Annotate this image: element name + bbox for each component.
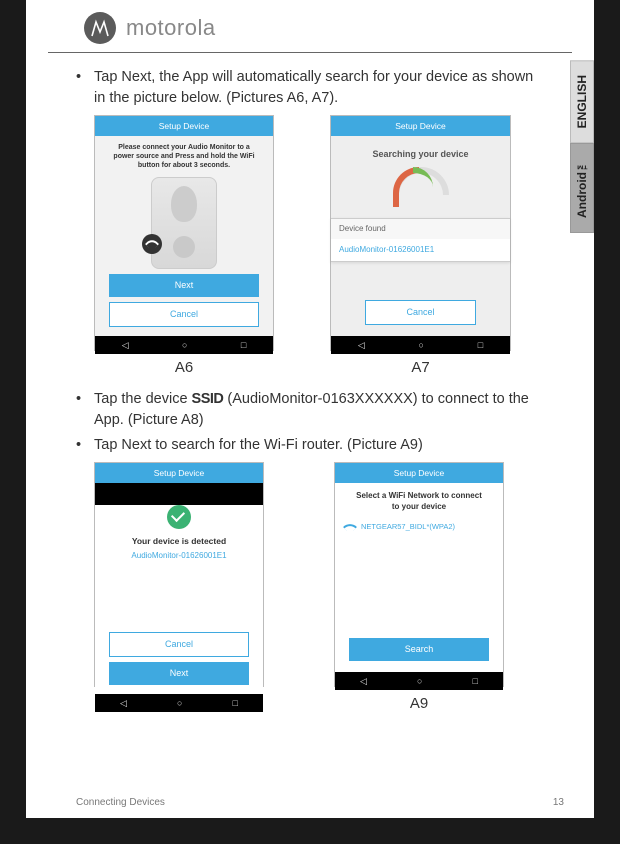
android-navbar: ◁ ○ □ — [335, 672, 503, 690]
home-icon[interactable]: ○ — [177, 697, 182, 710]
app-titlebar: Setup Device — [95, 463, 263, 483]
button-row: Cancel — [331, 300, 510, 330]
figure-a8: Setup Device Your device is detected Aud… — [94, 462, 264, 715]
back-icon[interactable]: ◁ — [120, 697, 127, 710]
recent-icon[interactable]: □ — [241, 339, 246, 352]
bullet-3-text: Tap Next to search for the Wi-Fi router.… — [94, 435, 423, 456]
back-icon[interactable]: ◁ — [122, 339, 129, 352]
caption-a9: A9 — [410, 693, 428, 715]
device-illustration-icon — [151, 177, 217, 269]
phone-screenshot-a9: Setup Device Select a WiFi Network to co… — [334, 462, 504, 687]
wifi-icon — [345, 522, 355, 532]
page-header: motorola — [48, 0, 572, 53]
next-button[interactable]: Next — [109, 274, 259, 297]
instruction-text: Please connect your Audio Monitor to a p… — [95, 136, 273, 174]
screen-body: Select a WiFi Network to connect to your… — [335, 483, 503, 672]
network-name: NETGEAR57_BIDL*(WPA2) — [361, 522, 455, 533]
android-navbar: ◁ ○ □ — [331, 336, 510, 354]
caption-a6: A6 — [175, 357, 193, 379]
side-tabs: ENGLISH Android™ — [570, 60, 594, 233]
searching-text: Searching your device — [331, 136, 510, 167]
bullet-1: • Tap Next, the App will automatically s… — [76, 67, 544, 109]
detected-text: Your device is detected — [95, 535, 263, 547]
button-row: Next Cancel — [95, 274, 273, 332]
button-row: Cancel Next — [95, 632, 263, 690]
cancel-button[interactable]: Cancel — [109, 632, 249, 657]
phone-screenshot-a6: Setup Device Please connect your Audio M… — [94, 115, 274, 351]
page-content: • Tap Next, the App will automatically s… — [26, 53, 594, 715]
page-footer: Connecting Devices 13 — [76, 797, 564, 808]
footer-section: Connecting Devices — [76, 797, 165, 808]
android-navbar: ◁ ○ □ — [95, 694, 263, 712]
app-titlebar: Setup Device — [331, 116, 510, 136]
bullet-icon: • — [76, 435, 94, 456]
button-row: Search — [335, 638, 503, 666]
tab-android[interactable]: Android™ — [570, 143, 594, 233]
back-icon[interactable]: ◁ — [358, 339, 365, 352]
wifi-network-item[interactable]: NETGEAR57_BIDL*(WPA2) — [335, 518, 503, 537]
footer-page-number: 13 — [553, 797, 564, 808]
caption-a7: A7 — [411, 357, 429, 379]
manual-page: motorola • Tap Next, the App will automa… — [26, 0, 594, 818]
phone-screenshot-a8: Setup Device Your device is detected Aud… — [94, 462, 264, 687]
device-name: AudioMonitor-01626001E1 — [95, 550, 263, 562]
recent-icon[interactable]: □ — [233, 697, 238, 710]
screen-body: Please connect your Audio Monitor to a p… — [95, 136, 273, 336]
next-button[interactable]: Next — [109, 662, 249, 685]
wifi-icon — [142, 234, 162, 254]
home-icon[interactable]: ○ — [417, 675, 422, 688]
screen-body: Your device is detected AudioMonitor-016… — [95, 505, 263, 694]
figure-a6: Setup Device Please connect your Audio M… — [94, 115, 274, 379]
tab-english[interactable]: ENGLISH — [570, 60, 594, 143]
back-icon[interactable]: ◁ — [360, 675, 367, 688]
screen-body: Searching your device Device found Audio… — [331, 136, 510, 336]
select-wifi-text: Select a WiFi Network to connect to your… — [335, 483, 503, 518]
motorola-logo-icon — [84, 12, 116, 44]
app-titlebar: Setup Device — [335, 463, 503, 483]
figure-row-1: Setup Device Please connect your Audio M… — [94, 115, 544, 379]
figure-a7: Setup Device Searching your device Devic… — [330, 115, 511, 379]
bullet-icon: • — [76, 389, 94, 431]
bullet-2: • Tap the device SSID (AudioMonitor-0163… — [76, 389, 544, 431]
home-icon[interactable]: ○ — [419, 339, 424, 352]
recent-icon[interactable]: □ — [473, 675, 478, 688]
phone-screenshot-a7: Setup Device Searching your device Devic… — [330, 115, 511, 351]
home-icon[interactable]: ○ — [182, 339, 187, 352]
cancel-button[interactable]: Cancel — [109, 302, 259, 327]
cancel-button[interactable]: Cancel — [365, 300, 476, 325]
progress-arc-icon — [393, 167, 449, 195]
recent-icon[interactable]: □ — [478, 339, 483, 352]
bullet-3: • Tap Next to search for the Wi-Fi route… — [76, 435, 544, 456]
app-titlebar: Setup Device — [95, 116, 273, 136]
bullet-1-text: Tap Next, the App will automatically sea… — [94, 67, 544, 109]
device-found-popup: Device found AudioMonitor-01626001E1 — [331, 218, 510, 261]
ssid-label: SSID — [192, 391, 224, 407]
device-name-item[interactable]: AudioMonitor-01626001E1 — [331, 239, 510, 261]
checkmark-icon — [167, 505, 191, 529]
bullet-icon: • — [76, 67, 94, 109]
bullet-2-text: Tap the device SSID (AudioMonitor-0163XX… — [94, 389, 544, 431]
brand-text: motorola — [126, 15, 216, 41]
android-navbar: ◁ ○ □ — [95, 336, 273, 354]
popup-header: Device found — [331, 219, 510, 239]
figure-a9: Setup Device Select a WiFi Network to co… — [334, 462, 504, 715]
search-button[interactable]: Search — [349, 638, 489, 661]
figure-row-2: Setup Device Your device is detected Aud… — [94, 462, 544, 715]
